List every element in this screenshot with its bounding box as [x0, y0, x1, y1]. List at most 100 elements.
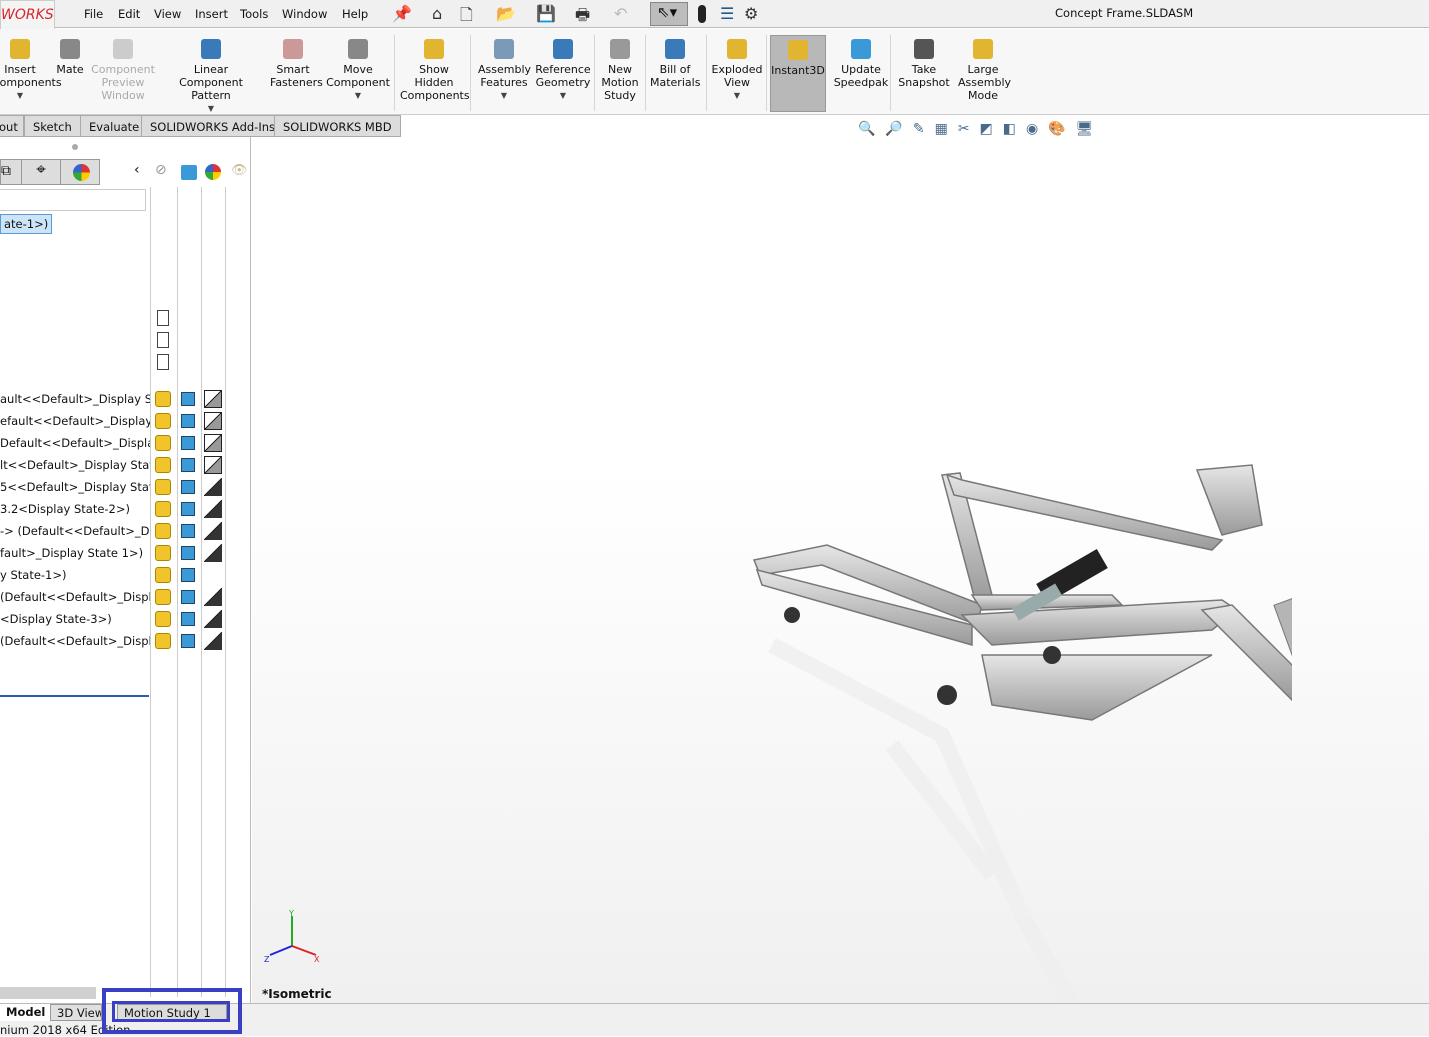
tab-layout[interactable]: out	[0, 115, 24, 137]
command-manager-ribbon: Insert Components▼MateComponent Preview …	[0, 29, 1429, 115]
appearance-swatch-icon[interactable]	[204, 500, 222, 518]
dropdown-arrow-icon[interactable]: ▼	[535, 89, 591, 102]
rebuild-traffic-light-icon[interactable]	[698, 5, 706, 23]
appearance-swatch-icon[interactable]	[204, 412, 222, 430]
solidworks-logo[interactable]: WORKS	[0, 0, 55, 30]
configuration-manager-tab-icon[interactable]: ⌖	[21, 160, 61, 184]
ribbon-mate-button[interactable]: Mate	[55, 35, 85, 76]
dropdown-arrow-icon[interactable]: ▼	[325, 89, 391, 102]
menu-file[interactable]: File	[84, 7, 103, 21]
tree-row[interactable]: Default<<Default>_Display S	[0, 433, 150, 453]
display-mode-cube-icon[interactable]	[181, 436, 195, 450]
print-icon[interactable]: 🖶	[575, 4, 590, 31]
tree-row[interactable]: <Display State-3>)	[0, 609, 150, 629]
display-mode-cube-icon[interactable]	[181, 546, 195, 560]
selected-tree-item[interactable]: ate-1>)	[0, 214, 53, 234]
tree-row[interactable]: -> (Default<<Default>_Disp	[0, 521, 150, 541]
pin-icon[interactable]: 📌	[392, 4, 412, 23]
ribbon-update-speedpak-button[interactable]: Update Speedpak	[833, 35, 889, 89]
display-mode-cube-icon[interactable]	[181, 568, 195, 582]
ribbon-new-motion-study-button[interactable]: New Motion Study	[600, 35, 640, 102]
display-mode-cube-icon[interactable]	[181, 414, 195, 428]
display-mode-cube-icon[interactable]	[181, 524, 195, 538]
appearance-swatch-icon[interactable]	[204, 434, 222, 452]
tree-row[interactable]: ault<<Default>_Display State	[0, 389, 150, 409]
menu-window[interactable]: Window	[282, 7, 327, 21]
tree-row[interactable]: 5<<Default>_Display State 1:	[0, 477, 150, 497]
dropdown-arrow-icon[interactable]: ▼	[478, 89, 530, 102]
file-properties-icon[interactable]: ☰	[720, 4, 734, 23]
display-mode-cube-icon[interactable]	[181, 612, 195, 626]
display-manager-tab-icon[interactable]	[73, 164, 90, 181]
select-icon[interactable]: ⇖▾	[650, 2, 688, 26]
hide-show-icon[interactable]: ⊘	[155, 162, 167, 178]
appearance-swatch-icon[interactable]	[204, 588, 222, 606]
appearance-swatch-icon[interactable]	[204, 522, 222, 540]
menu-view[interactable]: View	[154, 7, 181, 21]
menu-insert[interactable]: Insert	[195, 7, 228, 21]
display-mode-cube-icon[interactable]	[181, 458, 195, 472]
appearance-swatch-icon[interactable]	[204, 478, 222, 496]
new-document-icon[interactable]: 🗋	[460, 4, 473, 31]
display-mode-cube-icon[interactable]	[181, 480, 195, 494]
appearance-icon[interactable]	[205, 164, 221, 180]
ribbon-reference-geometry-button[interactable]: Reference Geometry ▼	[535, 35, 591, 102]
tree-row[interactable]: efault<<Default>_Display Sta	[0, 411, 150, 431]
dropdown-arrow-icon[interactable]: ▼	[162, 102, 260, 115]
menu-help[interactable]: Help	[342, 7, 368, 21]
tab-model[interactable]: Model	[0, 1004, 52, 1021]
ribbon-insert-components-button[interactable]: Insert Components▼	[0, 35, 62, 102]
horizontal-scrollbar[interactable]	[0, 987, 96, 999]
tab-solidworks-mbd[interactable]: SOLIDWORKS MBD	[274, 115, 401, 137]
filter-input[interactable]	[0, 189, 146, 211]
tree-row[interactable]: y State-1>)	[0, 565, 150, 585]
tree-row[interactable]: 3.2<Display State-2>)	[0, 499, 150, 519]
tab-sketch[interactable]: Sketch	[24, 115, 81, 137]
ribbon-bill-of-materials-button[interactable]: Bill of Materials	[650, 35, 700, 89]
display-mode-cube-icon[interactable]	[181, 634, 195, 648]
ribbon-show-hidden-components-button[interactable]: Show Hidden Components	[400, 35, 470, 102]
property-manager-tab-icon[interactable]: ⧉	[1, 163, 11, 179]
tab-3d-views[interactable]: 3D Views	[50, 1004, 102, 1021]
options-gear-icon[interactable]: ⚙	[744, 4, 758, 23]
display-mode-cube-icon[interactable]	[181, 590, 195, 604]
ribbon-linear-component-pattern-button[interactable]: Linear Component Pattern ▼	[162, 35, 260, 115]
appearance-swatch-icon[interactable]	[204, 390, 222, 408]
appearance-swatch-icon[interactable]	[204, 544, 222, 562]
dropdown-arrow-icon[interactable]: ▼	[0, 89, 48, 102]
ribbon-large-assembly-mode-button[interactable]: Large Assembly Mode	[958, 35, 1011, 102]
ribbon-assembly-features-button[interactable]: Assembly Features ▼	[478, 35, 531, 102]
tab-evaluate[interactable]: Evaluate	[80, 115, 149, 137]
ribbon-instant3d-button[interactable]: Instant3D	[770, 35, 826, 112]
transparency-icon[interactable]: 👁	[231, 163, 248, 178]
appearance-swatch-icon[interactable]	[204, 610, 222, 628]
panel-grip[interactable]	[72, 144, 78, 150]
ribbon-take-snapshot-button[interactable]: Take Snapshot	[898, 35, 950, 89]
display-mode-cube-icon[interactable]	[181, 502, 195, 516]
undo-icon[interactable]: ↶	[614, 4, 627, 23]
save-icon[interactable]: 💾	[536, 4, 556, 23]
ribbon-component-preview-window-button[interactable]: Component Preview Window	[90, 35, 156, 102]
dropdown-arrow-icon[interactable]: ▼	[710, 89, 764, 102]
appearance-swatch-icon[interactable]	[204, 632, 222, 650]
tree-row[interactable]: (Default<<Default>_Display	[0, 587, 150, 607]
display-mode-icon[interactable]	[181, 165, 197, 180]
collapse-chevron-icon[interactable]: ‹	[134, 162, 140, 178]
heads-up-view-toolbar[interactable]: 🔍🔎✎▦✂◩◧◉🎨🖥	[858, 121, 1103, 137]
ribbon-label: Take Snapshot	[898, 63, 950, 89]
tab-solidworks-add-ins[interactable]: SOLIDWORKS Add-Ins	[141, 115, 285, 137]
menu-edit[interactable]: Edit	[118, 7, 140, 21]
open-icon[interactable]: 📂	[496, 4, 516, 23]
tree-row[interactable]: (Default<<Default>_Display	[0, 631, 150, 651]
graphics-area[interactable]: 🔍🔎✎▦✂◩◧◉🎨🖥 Y X Z *Isometric	[252, 115, 1429, 1009]
tree-row[interactable]: fault>_Display State 1>)	[0, 543, 150, 563]
ribbon-exploded-view-button[interactable]: Exploded View ▼	[710, 35, 764, 102]
tree-row[interactable]: lt<<Default>_Display State 1	[0, 455, 150, 475]
appearance-swatch-icon[interactable]	[204, 456, 222, 474]
display-mode-cube-icon[interactable]	[181, 392, 195, 406]
ribbon-move-component-button[interactable]: Move Component ▼	[325, 35, 391, 102]
ribbon-smart-fasteners-button[interactable]: Smart Fasteners	[270, 35, 323, 89]
home-icon[interactable]: ⌂	[432, 4, 442, 23]
bike-frame-model[interactable]	[692, 445, 1292, 1025]
menu-tools[interactable]: Tools	[240, 7, 268, 21]
